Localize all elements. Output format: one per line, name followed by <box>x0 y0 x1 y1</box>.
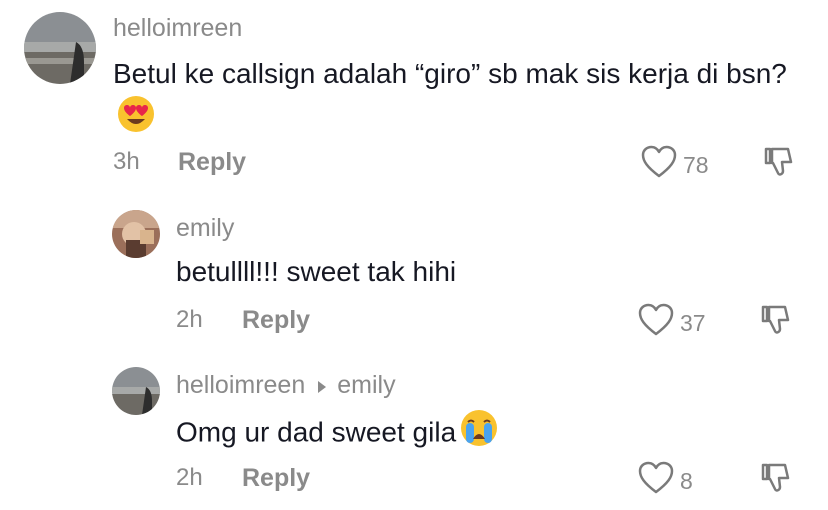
avatar[interactable] <box>24 12 96 84</box>
like-count: 78 <box>683 151 709 178</box>
heart-icon <box>641 145 677 184</box>
heart-icon <box>638 303 674 342</box>
thumbs-down-icon <box>762 147 796 183</box>
thumbs-down-icon <box>759 463 793 499</box>
avatar[interactable] <box>112 367 160 415</box>
like-count: 8 <box>680 467 693 494</box>
comment-username[interactable]: helloimreen <box>113 13 242 43</box>
reply-to-username[interactable]: emily <box>337 371 395 399</box>
reply-author[interactable]: helloimreen <box>176 371 305 399</box>
comment-username: helloimreen emily <box>176 370 396 401</box>
like-count: 37 <box>680 309 706 336</box>
dislike-button[interactable] <box>759 303 793 342</box>
reply-button[interactable]: Reply <box>178 147 246 177</box>
dislike-button[interactable] <box>759 461 793 500</box>
loudly-crying-emoji-icon <box>460 409 498 459</box>
caret-right-icon <box>317 371 327 401</box>
comment-text: Omg ur dad sweet gila <box>176 409 498 459</box>
like-button[interactable]: 78 <box>641 145 709 184</box>
reply-button[interactable]: Reply <box>242 463 310 493</box>
comment-time: 2h <box>176 306 203 333</box>
reply-button[interactable]: Reply <box>242 305 310 335</box>
heart-icon <box>638 461 674 500</box>
avatar[interactable] <box>112 210 160 258</box>
comment-text-body: Betul ke callsign adalah “giro” sb mak s… <box>113 58 787 89</box>
comment-text-body: Omg ur dad sweet gila <box>176 416 457 448</box>
heart-eyes-emoji-icon <box>117 95 155 145</box>
comment-text: betullll!!! sweet tak hihi <box>176 256 457 287</box>
comment-text: Betul ke callsign adalah “giro” sb mak s… <box>113 52 813 145</box>
like-button[interactable]: 37 <box>638 303 706 342</box>
comment-time: 2h <box>176 464 203 491</box>
comment-username[interactable]: emily <box>176 213 234 243</box>
thumbs-down-icon <box>759 305 793 341</box>
like-button[interactable]: 8 <box>638 461 693 500</box>
dislike-button[interactable] <box>762 145 796 184</box>
comment-time: 3h <box>113 148 140 175</box>
